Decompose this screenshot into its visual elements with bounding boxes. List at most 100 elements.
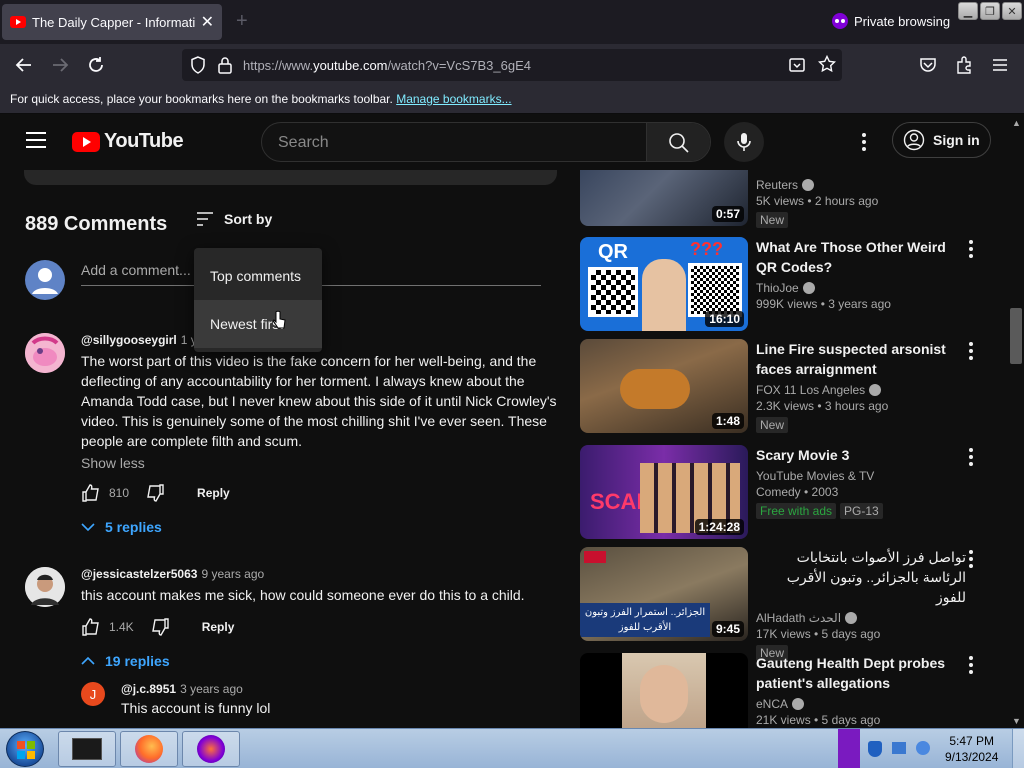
comment-text: This account is funny lol xyxy=(121,700,271,716)
tab-close-icon[interactable]: ✕ xyxy=(201,12,214,32)
channel-name[interactable]: YouTube Movies & TV xyxy=(756,469,874,483)
taskbar-app-terminal[interactable] xyxy=(58,731,116,767)
channel-name[interactable]: eNCA xyxy=(756,697,788,711)
settings-more-icon[interactable] xyxy=(856,132,872,152)
video-title[interactable]: Gauteng Health Dept probes patient's all… xyxy=(756,653,966,693)
manage-bookmarks-link[interactable]: Manage bookmarks... xyxy=(396,92,511,106)
sort-by-button[interactable]: Sort by xyxy=(196,211,272,227)
avatar: J xyxy=(81,682,105,706)
video-item[interactable]: SCARY 3 1:24:28 Scary Movie 3 YouTube Mo… xyxy=(580,445,990,549)
bookmarks-hint: For quick access, place your bookmarks h… xyxy=(10,92,393,106)
firefox-private-icon xyxy=(197,735,225,763)
reply-button[interactable]: Reply xyxy=(202,620,235,634)
account-icon xyxy=(903,129,925,151)
like-icon[interactable] xyxy=(81,617,101,637)
scroll-down-icon[interactable]: ▼ xyxy=(1012,716,1021,726)
sign-in-label: Sign in xyxy=(933,132,980,148)
start-button[interactable] xyxy=(6,731,44,767)
video-more-icon[interactable] xyxy=(968,341,974,361)
show-less-button[interactable]: Show less xyxy=(81,455,559,471)
lock-icon[interactable] xyxy=(218,56,232,79)
page-scrollbar[interactable]: ▲ ▼ xyxy=(1008,114,1024,728)
video-item[interactable]: Gauteng Health Dept probes patient's all… xyxy=(580,653,990,728)
video-thumbnail[interactable]: الجزائر.. استمرار الفرز وتبون الأقرب للف… xyxy=(580,547,748,641)
windows-logo-icon xyxy=(17,741,35,759)
video-item[interactable]: الجزائر.. استمرار الفرز وتبون الأقرب للف… xyxy=(580,547,990,661)
sort-option-top[interactable]: Top comments xyxy=(194,252,322,300)
extensions-icon[interactable] xyxy=(952,53,976,77)
verified-icon xyxy=(792,698,805,710)
rating-badge: PG-13 xyxy=(840,503,883,519)
dislike-icon[interactable] xyxy=(150,617,170,637)
security-tray-icon[interactable] xyxy=(868,741,882,757)
new-tab-icon[interactable]: + xyxy=(236,10,248,33)
address-bar[interactable]: https://www.youtube.com/watch?v=VcS7B3_6… xyxy=(182,49,842,81)
video-thumbnail[interactable] xyxy=(580,653,748,728)
show-desktop-button[interactable] xyxy=(1012,729,1024,768)
browser-tab[interactable]: The Daily Capper - Information ✕ xyxy=(2,4,222,40)
sign-in-button[interactable]: Sign in xyxy=(892,122,991,158)
scrollbar-thumb[interactable] xyxy=(1010,308,1022,364)
video-thumbnail[interactable]: 0:57 xyxy=(580,170,748,226)
comment-author[interactable]: @jessicastelzer5063 xyxy=(81,567,197,581)
comment-author[interactable]: @sillygooseygirl xyxy=(81,333,177,347)
dislike-icon[interactable] xyxy=(145,483,165,503)
sort-option-newest[interactable]: Newest first xyxy=(194,300,322,348)
menu-icon[interactable] xyxy=(988,53,1012,77)
video-more-icon[interactable] xyxy=(968,549,974,569)
video-item[interactable]: 1:48 Line Fire suspected arsonist faces … xyxy=(580,339,990,443)
reply-comment: J @j.c.8951 3 years ago This account is f… xyxy=(81,682,551,728)
taskbar-app-firefox[interactable] xyxy=(120,731,178,767)
search-button[interactable] xyxy=(646,123,710,161)
sort-by-label: Sort by xyxy=(224,211,273,227)
network-tray-icon[interactable] xyxy=(892,742,906,754)
sort-dropdown: Top comments Newest first xyxy=(194,248,322,352)
youtube-logo[interactable]: YouTube xyxy=(72,130,184,153)
url-prefix: https://www. xyxy=(243,57,314,73)
back-icon[interactable] xyxy=(12,53,36,77)
video-thumbnail[interactable]: SCARY 3 1:24:28 xyxy=(580,445,748,539)
taskbar-app-firefox-private[interactable] xyxy=(182,731,240,767)
search-input[interactable]: Search xyxy=(278,134,329,152)
tray-expand-icon[interactable] xyxy=(838,729,860,768)
view-replies-button[interactable]: 5 replies xyxy=(81,519,559,535)
hide-replies-button[interactable]: 19 replies xyxy=(81,653,559,669)
comment-thread: @jessicastelzer5063 9 years ago this acco… xyxy=(25,567,560,677)
shield-icon[interactable] xyxy=(190,56,206,79)
video-more-icon[interactable] xyxy=(968,447,974,467)
video-thumbnail[interactable]: 1:48 xyxy=(580,339,748,433)
video-title[interactable]: Scary Movie 3 xyxy=(756,445,966,465)
comment-author[interactable]: @j.c.8951 xyxy=(121,682,176,696)
video-item[interactable]: QR ??? 16:10 What Are Those Other Weird … xyxy=(580,237,990,337)
video-title[interactable]: Line Fire suspected arsonist faces arrai… xyxy=(756,339,966,379)
video-item[interactable]: 0:57 Reuters 5K views • 2 hours ago New xyxy=(580,170,990,232)
volume-tray-icon[interactable] xyxy=(916,741,930,755)
scroll-up-icon[interactable]: ▲ xyxy=(1012,118,1021,128)
bookmark-star-icon[interactable] xyxy=(817,54,837,78)
video-more-icon[interactable] xyxy=(968,239,974,259)
video-more-icon[interactable] xyxy=(968,655,974,675)
windows-taskbar: 5:47 PM 9/13/2024 xyxy=(0,728,1024,768)
search-box[interactable]: Search xyxy=(261,122,711,162)
minimize-icon[interactable]: ▁ xyxy=(958,2,978,20)
channel-name[interactable]: Reuters xyxy=(756,178,798,192)
reply-button[interactable]: Reply xyxy=(197,486,230,500)
channel-name[interactable]: FOX 11 Los Angeles xyxy=(756,383,865,397)
channel-name[interactable]: ThioJoe xyxy=(756,281,799,295)
video-title[interactable]: What Are Those Other Weird QR Codes? xyxy=(756,237,966,277)
pocket-icon[interactable] xyxy=(916,53,940,77)
reader-view-icon[interactable] xyxy=(788,56,806,79)
like-icon[interactable] xyxy=(81,483,101,503)
clock[interactable]: 5:47 PM 9/13/2024 xyxy=(945,733,998,765)
voice-search-button[interactable] xyxy=(724,122,764,162)
close-window-icon[interactable]: ✕ xyxy=(1002,2,1022,20)
forward-icon[interactable] xyxy=(48,53,72,77)
video-title[interactable]: تواصل فرز الأصوات بانتخابات الرئاسة بالج… xyxy=(756,547,966,607)
comment-time[interactable]: 3 years ago xyxy=(180,682,243,696)
video-thumbnail[interactable]: QR ??? 16:10 xyxy=(580,237,748,331)
restore-icon[interactable]: ❐ xyxy=(980,2,1000,20)
channel-name[interactable]: AlHadath الحدث xyxy=(756,611,841,625)
guide-menu-icon[interactable] xyxy=(26,132,46,148)
reload-icon[interactable] xyxy=(84,53,108,77)
comment-time[interactable]: 9 years ago xyxy=(201,567,264,581)
